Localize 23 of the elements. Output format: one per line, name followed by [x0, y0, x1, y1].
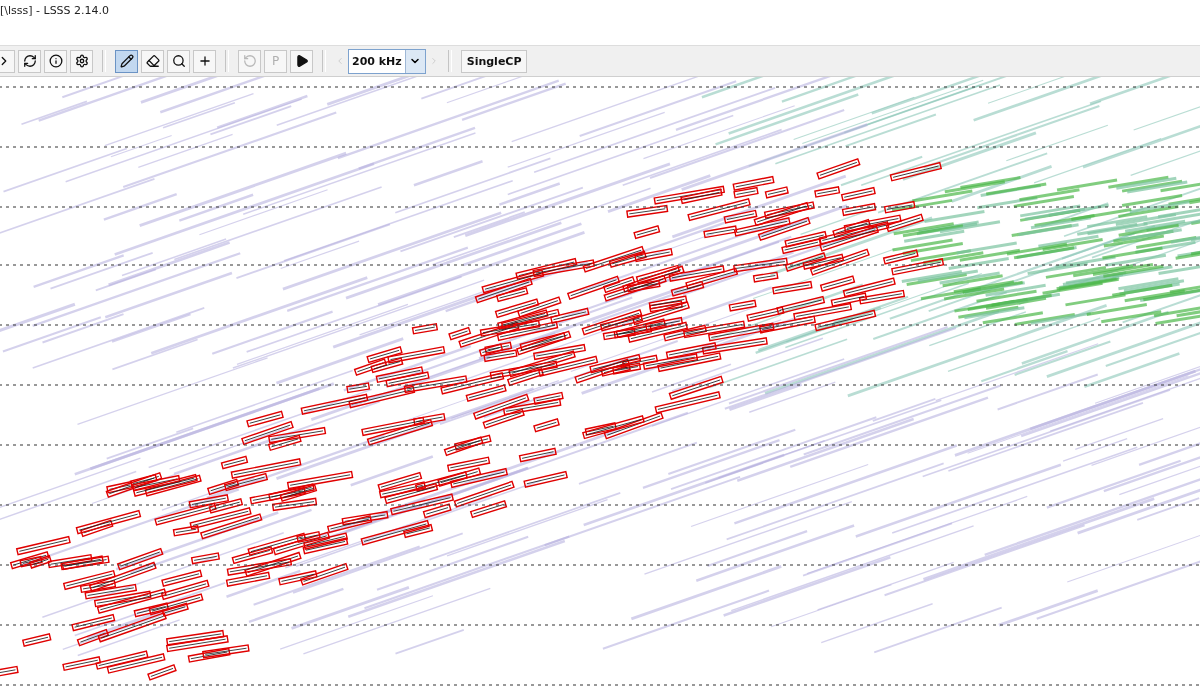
- plus-button[interactable]: [193, 49, 216, 73]
- plus-icon: [197, 54, 212, 68]
- eraser-icon: [145, 54, 160, 68]
- frequency-value: 200 kHz: [351, 53, 403, 70]
- settings-button[interactable]: [70, 49, 93, 73]
- play-icon: [294, 54, 309, 68]
- refresh-icon: [22, 54, 37, 68]
- info-icon: [48, 54, 63, 68]
- play-button[interactable]: [290, 49, 313, 73]
- frequency-dropdown[interactable]: 200 kHz: [348, 48, 426, 74]
- settings-icon: [74, 54, 89, 68]
- dropdown-button[interactable]: [404, 49, 425, 73]
- pencil-button[interactable]: [115, 49, 138, 73]
- window-title: [\lsss] - LSSS 2.14.0: [0, 4, 110, 17]
- search-icon: [171, 54, 186, 68]
- info-button[interactable]: [44, 49, 67, 73]
- singlecp-button[interactable]: SingleCP: [460, 49, 528, 73]
- chevron-left-icon: [335, 55, 345, 67]
- pencil-icon: [119, 54, 134, 68]
- search-button[interactable]: [167, 49, 190, 73]
- refresh-button[interactable]: [18, 49, 41, 73]
- eraser-button[interactable]: [141, 49, 164, 73]
- undo-icon: [242, 54, 257, 68]
